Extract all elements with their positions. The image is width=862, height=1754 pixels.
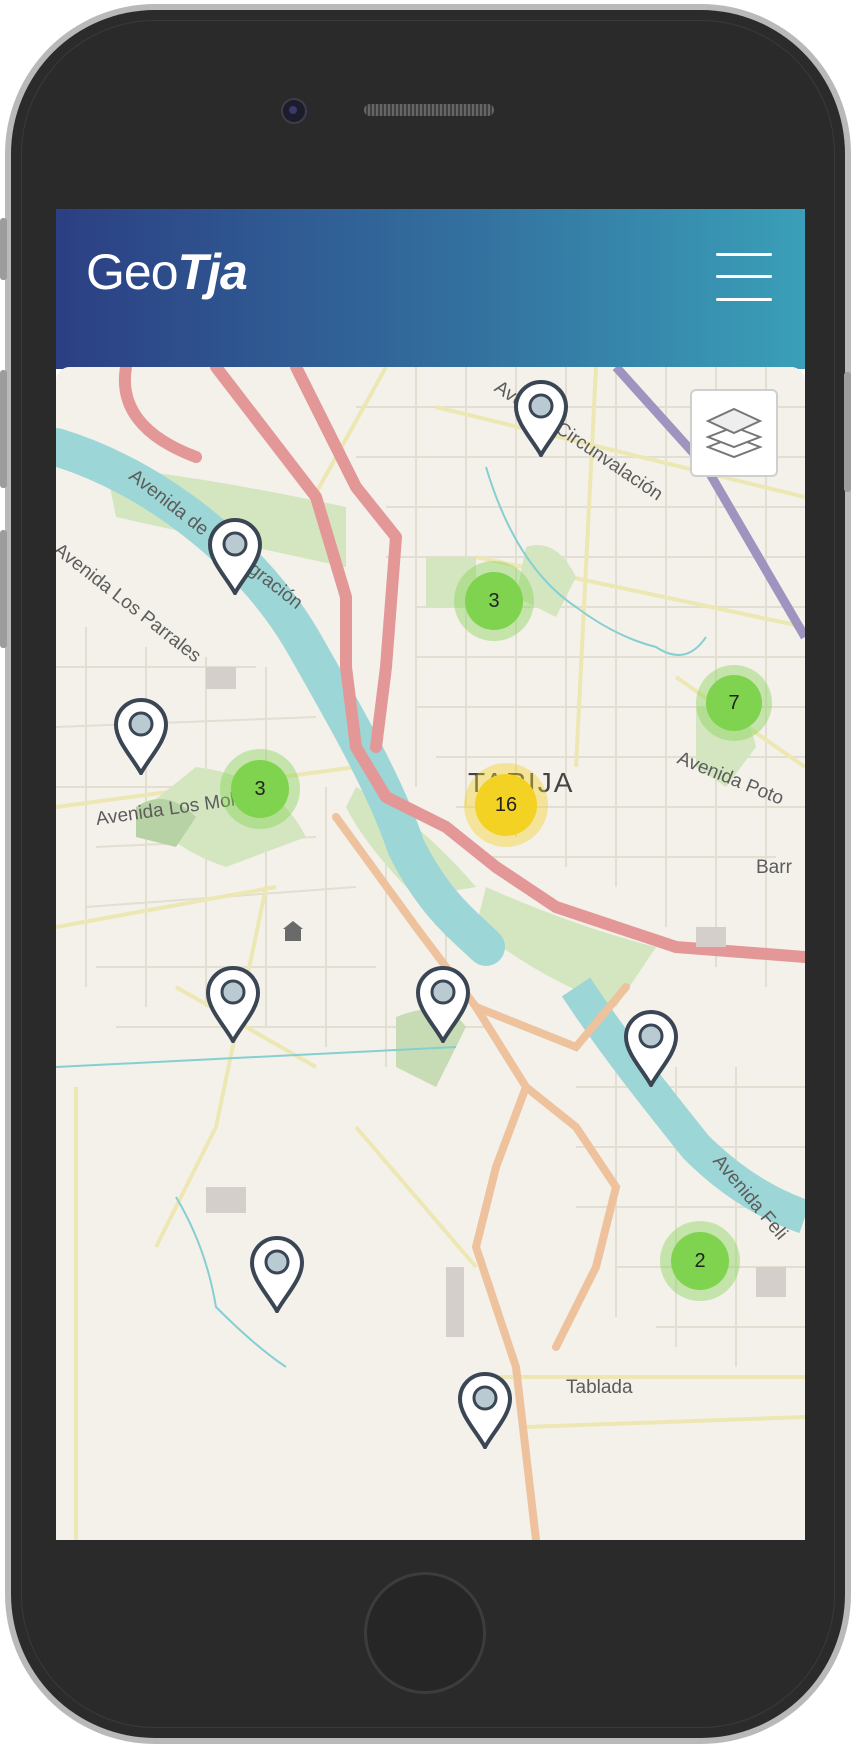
map-tiles <box>56 367 805 1540</box>
marker-cluster[interactable]: 16 <box>464 763 548 847</box>
map-pin-icon[interactable] <box>622 1009 680 1090</box>
map-pin-icon[interactable] <box>456 1371 514 1452</box>
map-view[interactable]: Avenida Circunvalación Avenida de la Int… <box>56 367 805 1540</box>
mute-switch <box>0 218 7 280</box>
map-pin-icon[interactable] <box>414 965 472 1046</box>
home-button[interactable] <box>364 1572 486 1694</box>
logo-bold-text: Tja <box>177 244 248 300</box>
navbar: GeoTja <box>56 209 805 369</box>
map-pin-icon[interactable] <box>206 517 264 598</box>
marker-cluster[interactable]: 3 <box>454 561 534 641</box>
cluster-count: 3 <box>488 589 500 612</box>
app-logo[interactable]: GeoTja <box>86 244 248 300</box>
map-pin-icon[interactable] <box>512 379 570 460</box>
layers-button[interactable] <box>690 389 778 477</box>
street-label-tablada: Tablada <box>566 1377 633 1398</box>
map-pin-icon[interactable] <box>248 1235 306 1316</box>
marker-cluster[interactable]: 7 <box>696 665 772 741</box>
logo-light-text: Geo <box>86 244 179 300</box>
cluster-count: 7 <box>728 691 740 714</box>
cluster-count: 16 <box>494 793 518 816</box>
earpiece-speaker <box>364 104 494 116</box>
map-pin-icon[interactable] <box>112 697 170 778</box>
marker-cluster[interactable]: 2 <box>660 1221 740 1301</box>
layers-icon <box>705 407 763 459</box>
hamburger-menu-icon[interactable] <box>716 253 772 303</box>
marker-cluster[interactable]: 3 <box>220 749 300 829</box>
front-camera <box>281 98 307 124</box>
screen: GeoTja Avenida Circunvalación Avenida de… <box>56 209 805 1540</box>
volume-up-button <box>0 370 7 488</box>
volume-down-button <box>0 530 7 648</box>
cluster-count: 2 <box>694 1249 706 1272</box>
power-button <box>844 372 851 492</box>
map-pin-icon[interactable] <box>204 965 262 1046</box>
street-label-barrio: Barr <box>756 857 792 878</box>
cluster-count: 3 <box>254 777 266 800</box>
